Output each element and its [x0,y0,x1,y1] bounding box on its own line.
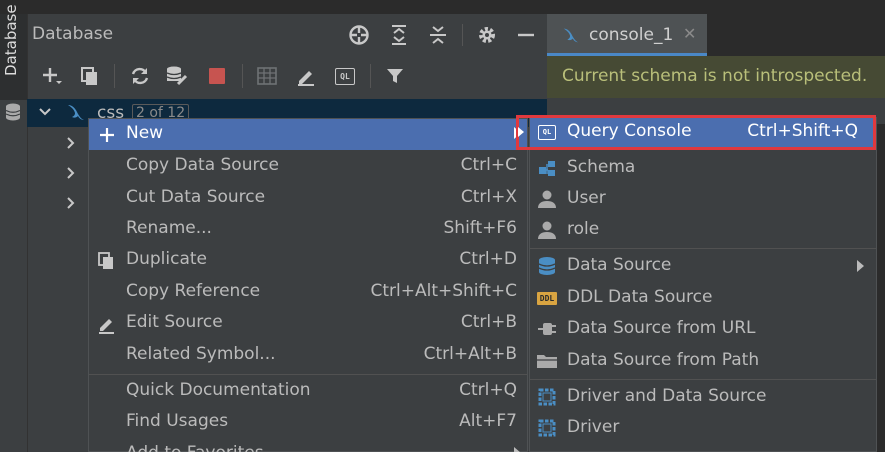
minimize-icon[interactable] [514,22,538,48]
stop-icon[interactable] [205,64,229,88]
menu-item-related-symbol[interactable]: Related Symbol... Ctrl+Alt+B [89,340,527,371]
highlight-annotation-box [516,115,876,150]
plus-icon [96,124,118,146]
folder-icon [536,350,558,372]
menu-item-quick-documentation[interactable]: Quick Documentation Ctrl+Q [89,376,527,407]
role-icon [536,219,558,241]
submenu-arrow-icon [514,447,521,452]
submenu-item-data-source[interactable]: Data Source [530,251,876,282]
submenu-item-data-source-from-url[interactable]: Data Source from URL [530,314,876,345]
submenu-item-driver[interactable]: Driver [530,413,876,444]
expand-all-icon[interactable] [387,22,411,48]
filter-icon[interactable] [383,64,407,88]
submenu-separator [530,248,876,249]
tab-close-icon[interactable]: ✕ [683,24,696,43]
add-icon[interactable] [40,64,64,88]
db-properties-icon[interactable] [165,64,189,88]
submenu-separator [530,379,876,380]
ddl-icon: DDL [536,287,558,309]
menu-item-add-to-favorites[interactable]: Add to Favorites [89,439,527,452]
database-icon [536,255,558,277]
toolbar-separator [370,64,371,88]
chevron-down-icon[interactable] [37,102,53,122]
gear-icon[interactable] [475,22,499,48]
submenu-pointer-icon [518,127,524,137]
driver-icon [536,386,558,408]
collapse-all-icon[interactable] [426,22,450,48]
menu-separator [89,374,527,375]
database-tool-tab[interactable]: Database [0,4,27,100]
table-icon[interactable] [255,64,279,88]
toolbar-separator [242,64,243,88]
menu-item-cut-data-source[interactable]: Cut Data Source Ctrl+X [89,183,527,214]
menu-item-copy-data-source[interactable]: Copy Data Source Ctrl+C [89,151,527,182]
database-tool-tab-label: Database [2,4,20,76]
query-console-icon[interactable]: QL [333,64,357,88]
menu-item-new[interactable]: New [89,119,527,150]
schema-icon [536,157,558,179]
driver-icon [536,417,558,439]
edit-icon[interactable] [294,64,318,88]
menu-item-rename[interactable]: Rename... Shift+F6 [89,214,527,245]
submenu-item-data-source-from-path[interactable]: Data Source from Path [530,346,876,377]
toolbar-separator [114,64,115,88]
crosshair-icon[interactable] [347,22,371,48]
menu-item-duplicate[interactable]: Duplicate Ctrl+D [89,245,527,276]
submenu-item-driver-and-data-source[interactable]: Driver and Data Source [530,382,876,413]
user-icon [536,188,558,210]
tab-console-label: console_1 [589,25,674,45]
chevron-right-icon[interactable] [64,193,78,213]
mysql-dolphin-icon [560,24,582,46]
menu-item-find-usages[interactable]: Find Usages Alt+F7 [89,407,527,438]
menu-item-edit-source[interactable]: Edit Source Ctrl+B [89,308,527,339]
menu-item-copy-reference[interactable]: Copy Reference Ctrl+Alt+Shift+C [89,277,527,308]
panel-title: Database [32,24,114,44]
submenu-arrow-icon [857,260,864,272]
submenu-item-ddl-data-source[interactable]: DDL DDL Data Source [530,283,876,314]
plug-icon [536,318,558,340]
schema-banner-text: Current schema is not introspected. [562,66,868,86]
submenu-item-user[interactable]: User [530,184,876,215]
submenu-item-schema[interactable]: Schema [530,153,876,184]
chevron-right-icon[interactable] [64,133,78,153]
header-separator [462,24,463,46]
duplicate-icon [96,250,118,272]
copy-icon[interactable] [78,64,102,88]
submenu-item-role[interactable]: role [530,215,876,246]
window-top-strip [0,0,885,14]
chevron-right-icon[interactable] [64,163,78,183]
mysql-dolphin-icon [64,100,88,124]
database-stack-icon[interactable] [4,102,22,122]
pencil-icon [96,313,118,335]
refresh-icon[interactable] [128,64,152,88]
